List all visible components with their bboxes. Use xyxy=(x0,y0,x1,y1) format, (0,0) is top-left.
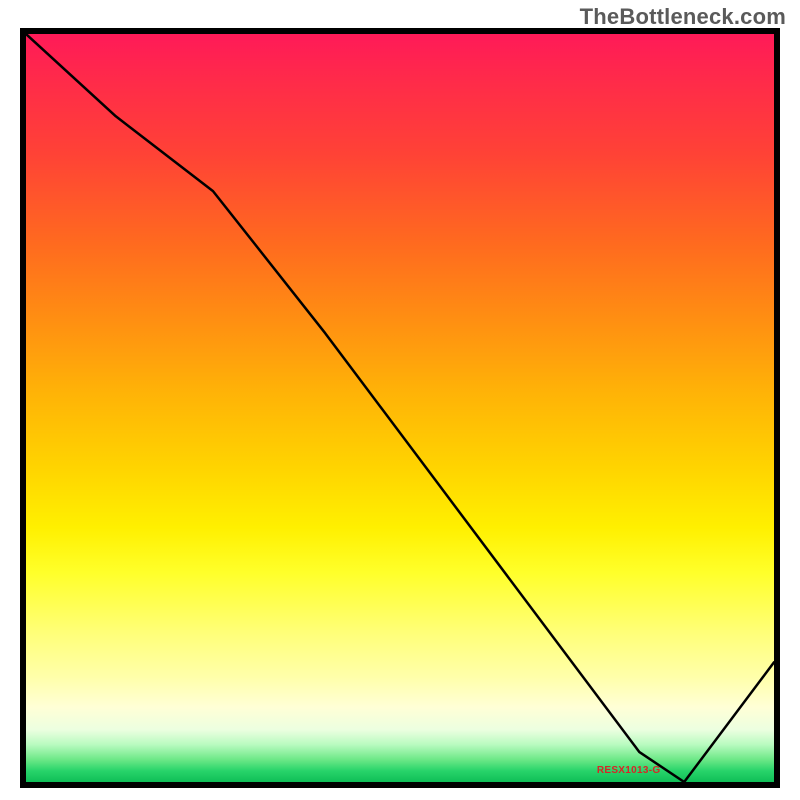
chart-stage: TheBottleneck.com RESX1013-G xyxy=(0,0,800,800)
watermark-label: TheBottleneck.com xyxy=(580,4,786,30)
chart-line xyxy=(26,34,774,782)
chart-annotation: RESX1013-G xyxy=(597,765,661,776)
chart-frame: RESX1013-G xyxy=(20,28,780,788)
